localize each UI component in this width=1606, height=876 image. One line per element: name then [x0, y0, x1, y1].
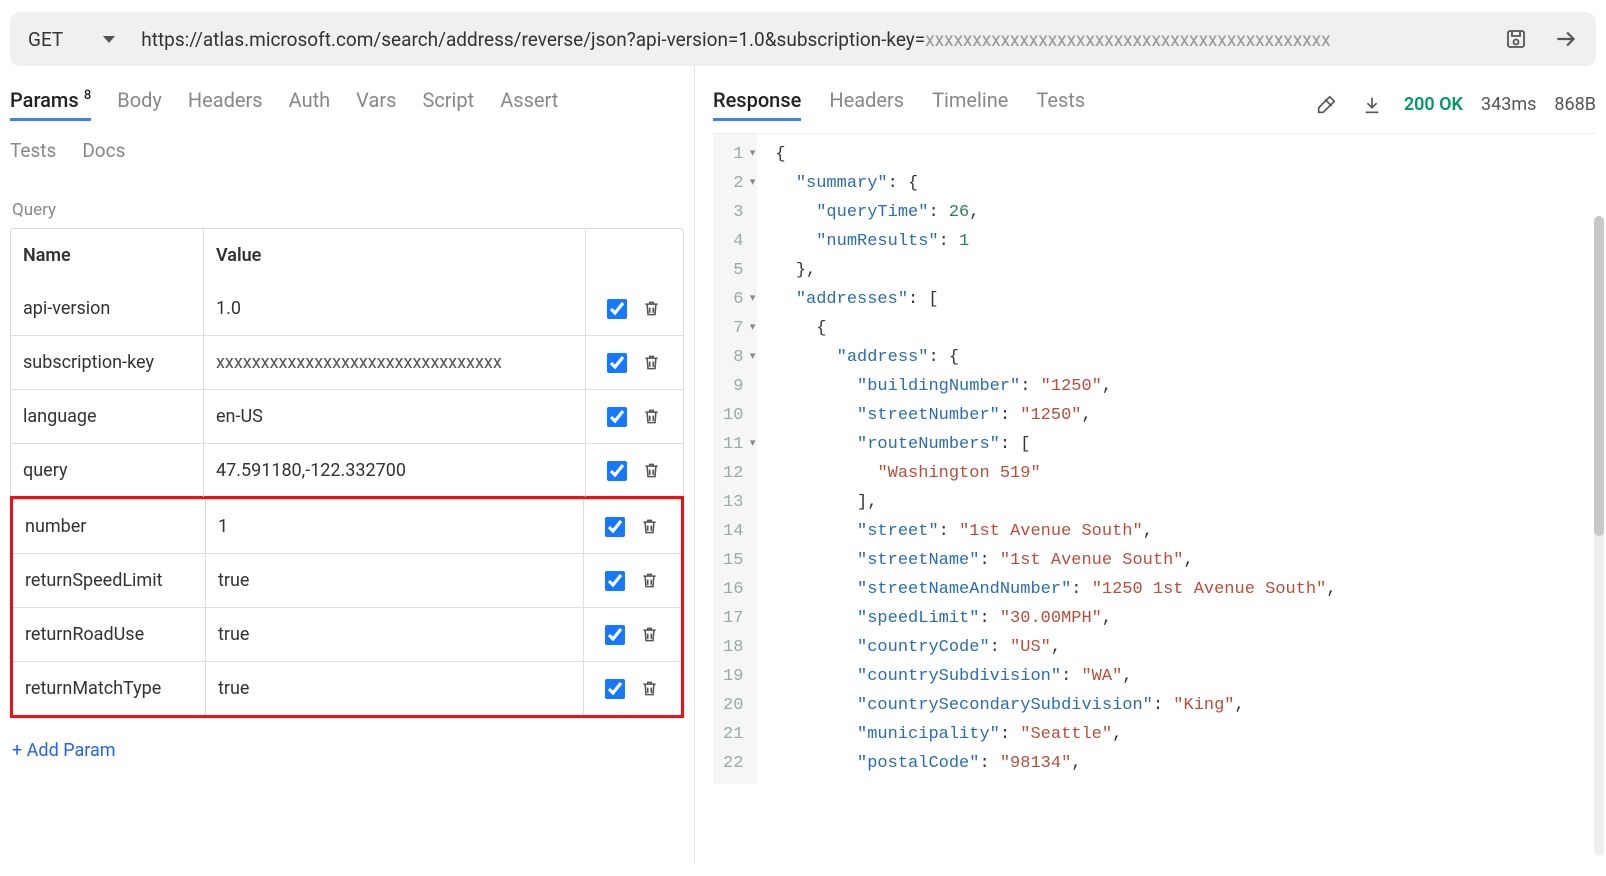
trash-icon[interactable] — [639, 570, 660, 591]
param-value[interactable]: 1.0 — [203, 282, 585, 335]
param-enable-checkbox[interactable] — [607, 407, 627, 427]
eraser-icon[interactable] — [1312, 91, 1340, 119]
col-header-value: Value — [203, 229, 585, 282]
param-name[interactable]: api-version — [11, 282, 203, 335]
tab-script[interactable]: Script — [422, 88, 474, 118]
resp-tab-headers[interactable]: Headers — [829, 88, 904, 121]
param-name[interactable]: language — [11, 390, 203, 443]
param-controls — [583, 662, 681, 715]
vertical-scrollbar[interactable] — [1594, 216, 1604, 856]
param-enable-checkbox[interactable] — [605, 517, 625, 537]
resp-tab-timeline[interactable]: Timeline — [932, 88, 1008, 121]
http-method-label: GET — [28, 28, 63, 51]
param-row: subscription-keyxxxxxxxxxxxxxxxxxxxxxxxx… — [11, 335, 683, 389]
request-url-mask: xxxxxxxxxxxxxxxxxxxxxxxxxxxxxxxxxxxxxxxx… — [925, 28, 1330, 51]
param-name[interactable]: returnMatchType — [13, 662, 205, 715]
scrollbar-thumb[interactable] — [1594, 216, 1604, 536]
tab-auth[interactable]: Auth — [289, 88, 331, 118]
param-value[interactable]: xxxxxxxxxxxxxxxxxxxxxxxxxxxxxxxx — [203, 336, 585, 389]
response-status: 200 OK — [1404, 94, 1463, 115]
tab-headers[interactable]: Headers — [188, 88, 263, 118]
request-pane: Params 8BodyHeadersAuthVarsScriptAssert … — [0, 66, 695, 864]
tab-assert[interactable]: Assert — [500, 88, 558, 118]
tab-params[interactable]: Params 8 — [10, 88, 91, 121]
param-enable-checkbox[interactable] — [605, 679, 625, 699]
trash-icon[interactable] — [641, 406, 662, 427]
param-name[interactable]: number — [13, 500, 205, 553]
response-time: 343ms — [1481, 94, 1536, 115]
request-url-text: https://atlas.microsoft.com/search/addre… — [141, 28, 925, 51]
param-enable-checkbox[interactable] — [607, 299, 627, 319]
param-enable-checkbox[interactable] — [605, 571, 625, 591]
param-value[interactable]: true — [205, 662, 583, 715]
response-size: 868B — [1554, 94, 1596, 115]
param-value[interactable]: en-US — [203, 390, 585, 443]
col-header-actions — [585, 229, 683, 282]
param-controls — [585, 336, 683, 389]
trash-icon[interactable] — [639, 624, 660, 645]
trash-icon[interactable] — [639, 516, 660, 537]
param-value[interactable]: 1 — [205, 500, 583, 553]
param-enable-checkbox[interactable] — [607, 353, 627, 373]
param-row: returnMatchTypetrue — [13, 661, 681, 715]
tab-vars[interactable]: Vars — [356, 88, 396, 118]
request-tabs: Params 8 Body Headers Auth Vars Script Assert — [10, 66, 684, 133]
param-row: languageen-US — [11, 389, 683, 443]
tab-body[interactable]: Body — [117, 88, 162, 118]
response-pane: Response Headers Timeline Tests 200 OK 343m… — [695, 66, 1606, 864]
param-name[interactable]: returnRoadUse — [13, 608, 205, 661]
save-icon[interactable] — [1502, 25, 1530, 53]
request-url-input[interactable]: https://atlas.microsoft.com/search/addre… — [133, 28, 1490, 51]
tab-docs[interactable]: Docs — [82, 139, 125, 168]
param-controls — [585, 390, 683, 443]
request-url-bar: GET https://atlas.microsoft.com/search/a… — [10, 12, 1596, 66]
download-icon[interactable] — [1358, 91, 1386, 119]
param-value[interactable]: true — [205, 608, 583, 661]
trash-icon[interactable] — [639, 678, 660, 699]
params-table-header: Name Value — [11, 229, 683, 282]
param-enable-checkbox[interactable] — [605, 625, 625, 645]
chevron-down-icon — [103, 36, 115, 43]
params-table: Name Value api-version1.0subscription-ke… — [10, 228, 684, 718]
trash-icon[interactable] — [641, 298, 662, 319]
param-row: api-version1.0 — [11, 282, 683, 335]
tab-tests[interactable]: Tests — [10, 139, 56, 168]
param-name[interactable]: returnSpeedLimit — [13, 554, 205, 607]
param-controls — [583, 500, 681, 553]
request-tabs-secondary: Tests Docs — [10, 133, 684, 180]
param-enable-checkbox[interactable] — [607, 461, 627, 481]
http-method-select[interactable]: GET — [28, 28, 133, 51]
param-row: returnSpeedLimittrue — [13, 553, 681, 607]
response-meta: 200 OK 343ms 868B — [1312, 91, 1596, 119]
trash-icon[interactable] — [641, 352, 662, 373]
response-tabs: Response Headers Timeline Tests — [713, 88, 1312, 121]
code-gutter: 12345678910111213141516171819202122 — [713, 134, 757, 784]
resp-tab-tests[interactable]: Tests — [1036, 88, 1085, 121]
add-param-link[interactable]: + Add Param — [12, 740, 116, 761]
param-controls — [585, 282, 683, 335]
col-header-name: Name — [11, 229, 203, 282]
param-row: query47.591180,-122.332700 — [11, 443, 683, 497]
highlighted-params: number1returnSpeedLimittruereturnRoadUse… — [10, 496, 684, 718]
param-name[interactable]: subscription-key — [11, 336, 203, 389]
param-controls — [583, 554, 681, 607]
response-body-viewer[interactable]: 12345678910111213141516171819202122 { "s… — [713, 133, 1596, 784]
param-controls — [583, 608, 681, 661]
code-body: { "summary": { "queryTime": 26, "numResu… — [757, 134, 1336, 784]
resp-tab-response[interactable]: Response — [713, 88, 801, 121]
param-value[interactable]: 47.591180,-122.332700 — [203, 444, 585, 497]
param-name[interactable]: query — [11, 444, 203, 497]
send-icon[interactable] — [1552, 25, 1580, 53]
trash-icon[interactable] — [641, 460, 662, 481]
param-controls — [585, 444, 683, 497]
param-value[interactable]: true — [205, 554, 583, 607]
param-row: number1 — [13, 499, 681, 553]
param-row: returnRoadUsetrue — [13, 607, 681, 661]
params-section-label: Query — [12, 200, 684, 220]
